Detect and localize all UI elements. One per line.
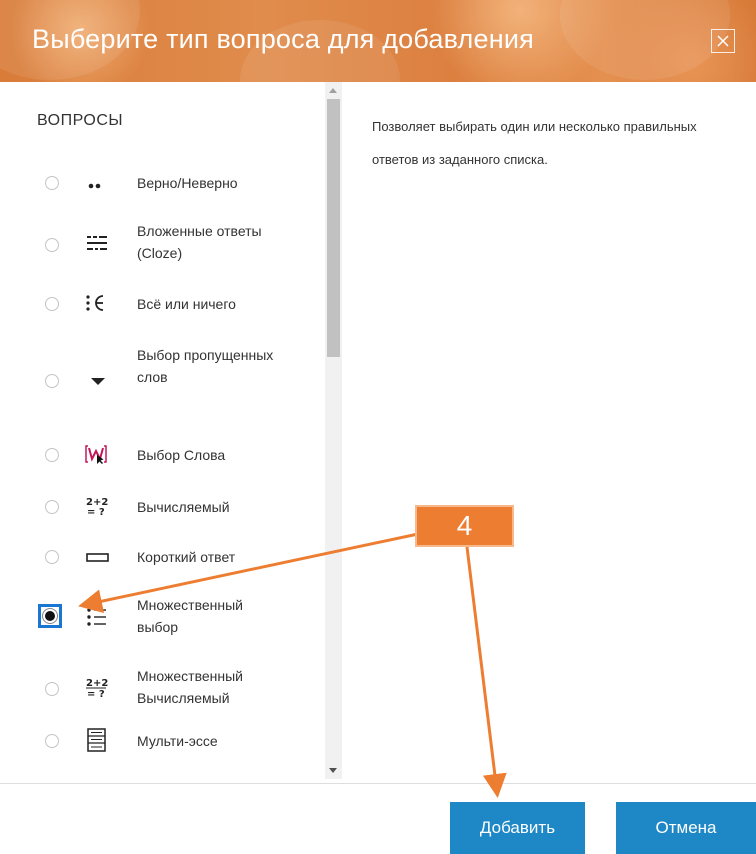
question-option-label: Вложенные ответы (Cloze) — [137, 223, 262, 261]
add-button[interactable]: Добавить — [450, 802, 585, 854]
question-option-short-answer[interactable]: Короткий ответ — [0, 542, 325, 572]
question-option-label: Множественный Вычисляемый — [137, 668, 243, 706]
radio-button[interactable] — [45, 238, 59, 252]
dropdown-icon — [91, 378, 105, 385]
radio-button[interactable] — [45, 734, 59, 748]
cloze-icon — [87, 236, 107, 250]
radio-button[interactable] — [45, 682, 59, 696]
question-option-gapselect[interactable]: Выбор пропущенных слов — [0, 342, 325, 418]
scroll-down-arrow-icon[interactable] — [329, 768, 337, 773]
radio-button[interactable] — [45, 500, 59, 514]
question-option-label: Выбор пропущенных слов — [137, 347, 274, 385]
question-option-select-word[interactable]: Выбор Слова — [0, 440, 325, 470]
calculated-icon: 2+2 = ? — [86, 497, 108, 518]
true-false-icon — [88, 183, 101, 189]
question-option-true-false[interactable]: Верно/Неверно — [0, 168, 325, 198]
radio-button-selected[interactable] — [38, 604, 62, 628]
question-option-label: Выбор Слова — [137, 447, 226, 463]
scroll-up-arrow-icon[interactable] — [329, 88, 337, 93]
question-option-label: Короткий ответ — [137, 549, 236, 565]
multichoice-icon — [87, 608, 106, 626]
svg-text:= ?: = ? — [87, 689, 105, 700]
question-type-list: ВОПРОСЫ Верно/Неверно Вложенные ответы (… — [0, 82, 325, 782]
annotation-arrow-to-add-button — [465, 546, 507, 798]
question-option-label: Множественный выбор — [137, 597, 243, 635]
question-option-calculated-multi[interactable]: 2+2 = ? Множественный Вычисляемый — [0, 664, 325, 714]
radio-button[interactable] — [45, 550, 59, 564]
radio-button[interactable] — [45, 448, 59, 462]
question-option-label: Вычисляемый — [137, 499, 230, 515]
question-option-multi-essay[interactable]: Мульти-эссе — [0, 726, 325, 756]
radio-button[interactable] — [45, 374, 59, 388]
dialog-title: Выберите тип вопроса для добавления — [32, 24, 534, 54]
section-title: ВОПРОСЫ — [37, 112, 124, 129]
svg-text:= ?: = ? — [87, 507, 105, 518]
question-type-description: Позволяет выбирать один или несколько пр… — [372, 119, 697, 167]
question-option-calculated[interactable]: 2+2 = ? Вычисляемый — [0, 492, 325, 522]
annotation-callout: 4 — [415, 505, 514, 547]
radio-button[interactable] — [45, 297, 59, 311]
question-option-cloze[interactable]: Вложенные ответы (Cloze) — [0, 220, 325, 270]
question-option-multichoice[interactable]: Множественный выбор — [0, 592, 325, 642]
list-scrollbar[interactable] — [325, 82, 342, 779]
question-option-label: Мульти-эссе — [137, 733, 218, 749]
radio-button[interactable] — [45, 176, 59, 190]
header-pattern — [560, 0, 730, 80]
calculated-multi-icon: 2+2 = ? — [86, 678, 108, 700]
select-word-icon — [85, 445, 107, 464]
close-icon — [717, 35, 729, 47]
all-or-nothing-icon — [86, 295, 104, 311]
question-option-label: Верно/Неверно — [137, 175, 238, 191]
multi-essay-icon — [87, 728, 106, 752]
scrollbar-thumb[interactable] — [327, 99, 340, 357]
dialog-header: Выберите тип вопроса для добавления — [0, 0, 756, 82]
svg-text:2+2: 2+2 — [86, 678, 108, 689]
footer-divider — [0, 783, 756, 784]
cancel-button[interactable]: Отмена — [616, 802, 756, 854]
question-option-all-or-nothing[interactable]: Всё или ничего — [0, 288, 325, 318]
short-answer-icon — [86, 553, 109, 562]
question-option-label: Всё или ничего — [137, 296, 236, 312]
close-button[interactable] — [711, 29, 735, 53]
